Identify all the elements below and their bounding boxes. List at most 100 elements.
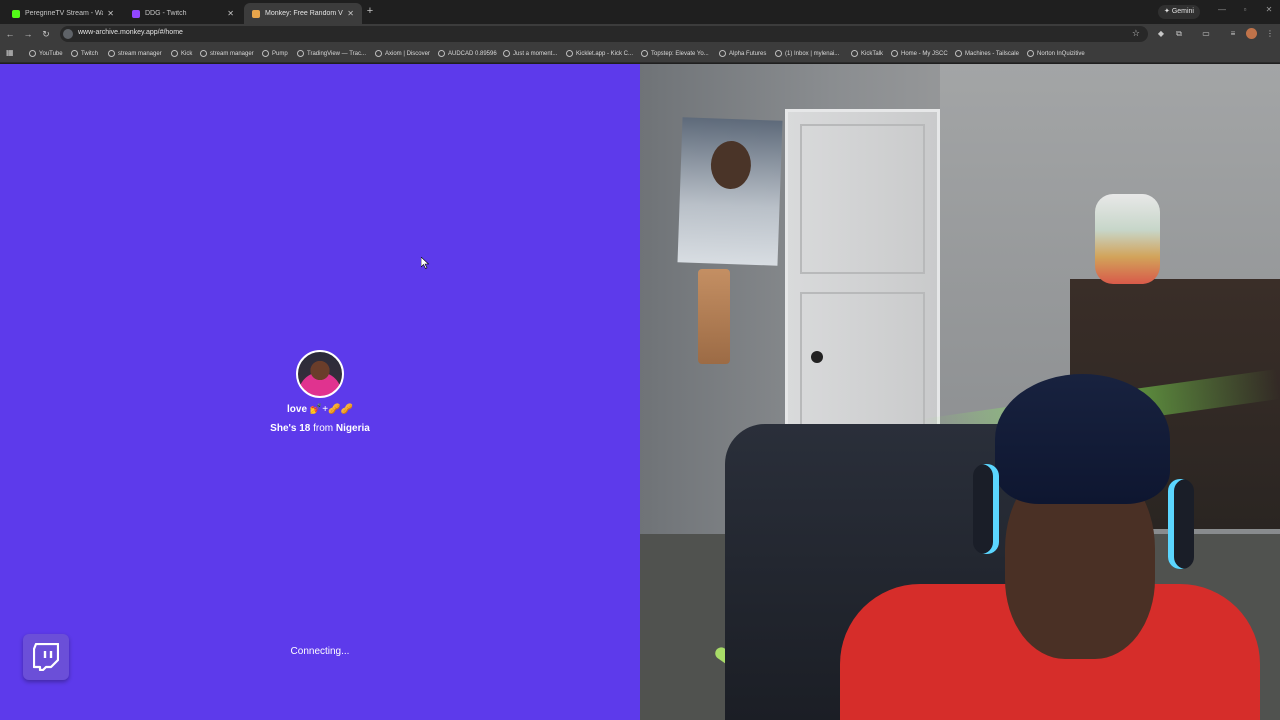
bookmark-label: Machines - Tailscale [965, 50, 1019, 57]
bookmark-favicon-icon [29, 50, 36, 57]
minimize-icon[interactable]: — [1217, 5, 1227, 14]
bookmark-label: Pump [272, 50, 288, 57]
forward-icon[interactable]: → [22, 28, 34, 40]
bookmark-item[interactable]: Kicklet.app - Kick C... [566, 48, 633, 59]
toolbar: ← → ↻ www-archive.monkey.app/#/home ☆ ◆ … [0, 24, 1280, 44]
bookmark-favicon-icon [297, 50, 304, 57]
bookmark-label: Alpha Futures [729, 50, 767, 57]
bookmark-favicon-icon [171, 50, 178, 57]
bookmark-item[interactable]: Axiom | Discover [375, 48, 430, 59]
address-bar[interactable]: www-archive.monkey.app/#/home ☆ [60, 26, 1148, 42]
bookmark-favicon-icon [719, 50, 726, 57]
kick-favicon-icon [12, 9, 20, 18]
bookmark-favicon-icon [955, 50, 962, 57]
extensions-puzzle-icon[interactable]: ⧉ [1173, 28, 1185, 40]
bookmark-label: Twitch [81, 50, 99, 57]
bookmark-favicon-icon [851, 50, 858, 57]
cast-icon[interactable]: ▭ [1200, 28, 1212, 40]
match-username: love 💅+🥜🥜 [0, 404, 640, 415]
bookmark-label: AUDCAD 0.89596 [448, 50, 497, 57]
twitch-favicon-icon [132, 9, 140, 18]
url-text: www-archive.monkey.app/#/home [78, 29, 183, 36]
match-age: 18 [299, 423, 311, 434]
bookmark-label: stream manager [118, 50, 162, 57]
match-info-prefix: She's [270, 423, 297, 434]
bookmark-item[interactable]: Norton InQuizitive [1027, 48, 1085, 59]
webcam-video [640, 64, 1280, 720]
bookmark-favicon-icon [438, 50, 445, 57]
twitch-icon [33, 643, 59, 671]
tab-monkey[interactable]: Monkey: Free Random Vide ✕ [244, 3, 362, 24]
connection-status: Connecting... [290, 646, 350, 657]
gemini-button[interactable]: ✦ Gemini [1158, 5, 1200, 19]
bookmark-label: stream manager [210, 50, 254, 57]
site-info-icon[interactable] [63, 29, 73, 39]
bookmark-item[interactable]: Just a moment... [503, 48, 557, 59]
profile-avatar[interactable] [1246, 28, 1257, 39]
bookmark-favicon-icon [262, 50, 269, 57]
bookmark-item[interactable]: AUDCAD 0.89596 [438, 48, 497, 59]
bookmark-favicon-icon [108, 50, 115, 57]
new-tab-button[interactable]: + [364, 4, 376, 18]
bookmark-item[interactable]: Machines - Tailscale [955, 48, 1019, 59]
bookmark-label: Topstep: Elevate Yo... [651, 50, 709, 57]
bookmark-item[interactable]: stream manager [200, 48, 254, 59]
bookmark-favicon-icon [200, 50, 207, 57]
headset [973, 464, 999, 554]
bookmark-item[interactable]: TradingView — Trac... [297, 48, 366, 59]
wall-poster [677, 117, 783, 266]
match-avatar [296, 350, 344, 398]
close-icon[interactable]: ✕ [227, 9, 234, 18]
bookmark-favicon-icon [641, 50, 648, 57]
close-icon[interactable]: ✕ [107, 9, 114, 18]
bookmark-item[interactable]: stream manager [108, 48, 162, 59]
gemini-label: Gemini [1171, 8, 1194, 15]
bookmark-favicon-icon [1027, 50, 1034, 57]
bookmark-item[interactable]: Home - My JSCC [891, 48, 948, 59]
bookmarks-bar: ▦ YouTube Twitch stream manager Kick stream … [0, 44, 1280, 63]
menu-icon[interactable]: ⋮ [1264, 28, 1276, 40]
maximize-icon[interactable]: ▫ [1240, 5, 1250, 14]
match-name: love [287, 404, 308, 415]
twitch-button[interactable] [23, 634, 69, 680]
bookmark-favicon-icon [775, 50, 782, 57]
bookmark-item[interactable]: Kick [171, 48, 192, 59]
monkey-favicon-icon [252, 9, 260, 18]
window-close-icon[interactable]: ✕ [1264, 5, 1274, 14]
bookmark-label: TradingView — Trac... [307, 50, 367, 57]
media-icon[interactable]: ≡ [1227, 28, 1239, 40]
match-country: Nigeria [335, 423, 370, 434]
bookmark-label: Kick [181, 50, 193, 57]
tab-title: DDG - Twitch [145, 10, 187, 17]
bookmark-favicon-icon [566, 50, 573, 57]
match-name-emoji: 💅+🥜🥜 [309, 404, 353, 415]
match-info: She's 18 from Nigeria [0, 423, 640, 434]
tab-title: Monkey: Free Random Vide [265, 10, 343, 17]
bookmark-label: Home - My JSCC [901, 50, 948, 57]
match-info-mid: from [313, 423, 334, 434]
bookmark-label: (1) Inbox | mylenai... [785, 50, 840, 57]
bookmark-item[interactable]: KickTalk [851, 48, 883, 59]
bookmark-item[interactable]: Alpha Futures [719, 48, 766, 59]
bookmark-favicon-icon [71, 50, 78, 57]
close-icon[interactable]: ✕ [347, 9, 354, 18]
bookmark-item[interactable]: Topstep: Elevate Yo... [641, 48, 709, 59]
bookmark-favicon-icon [503, 50, 510, 57]
bookmark-label: Kicklet.app - Kick C... [576, 50, 634, 57]
bookmark-star-icon[interactable]: ☆ [1132, 28, 1140, 39]
tab-twitch[interactable]: DDG - Twitch ✕ [124, 3, 242, 24]
back-icon[interactable]: ← [4, 28, 16, 40]
tab-peregrinetv[interactable]: PeregrineTV Stream - Watch Li ✕ [4, 3, 122, 24]
bookmark-favicon-icon [375, 50, 382, 57]
tab-title: PeregrineTV Stream - Watch Li [25, 10, 103, 17]
reload-icon[interactable]: ↻ [40, 28, 52, 40]
apps-icon[interactable]: ▦ [6, 49, 14, 57]
bookmark-item[interactable]: (1) Inbox | mylenai... [775, 48, 839, 59]
bookmark-item[interactable]: Twitch [71, 48, 98, 59]
backpack [1095, 194, 1160, 284]
bookmark-label: Norton InQuizitive [1037, 50, 1085, 57]
bookmark-item[interactable]: Pump [262, 48, 288, 59]
bookmark-item[interactable]: YouTube [29, 48, 63, 59]
extension-icon[interactable]: ◆ [1155, 28, 1167, 40]
bookmark-label: Axiom | Discover [385, 50, 430, 57]
